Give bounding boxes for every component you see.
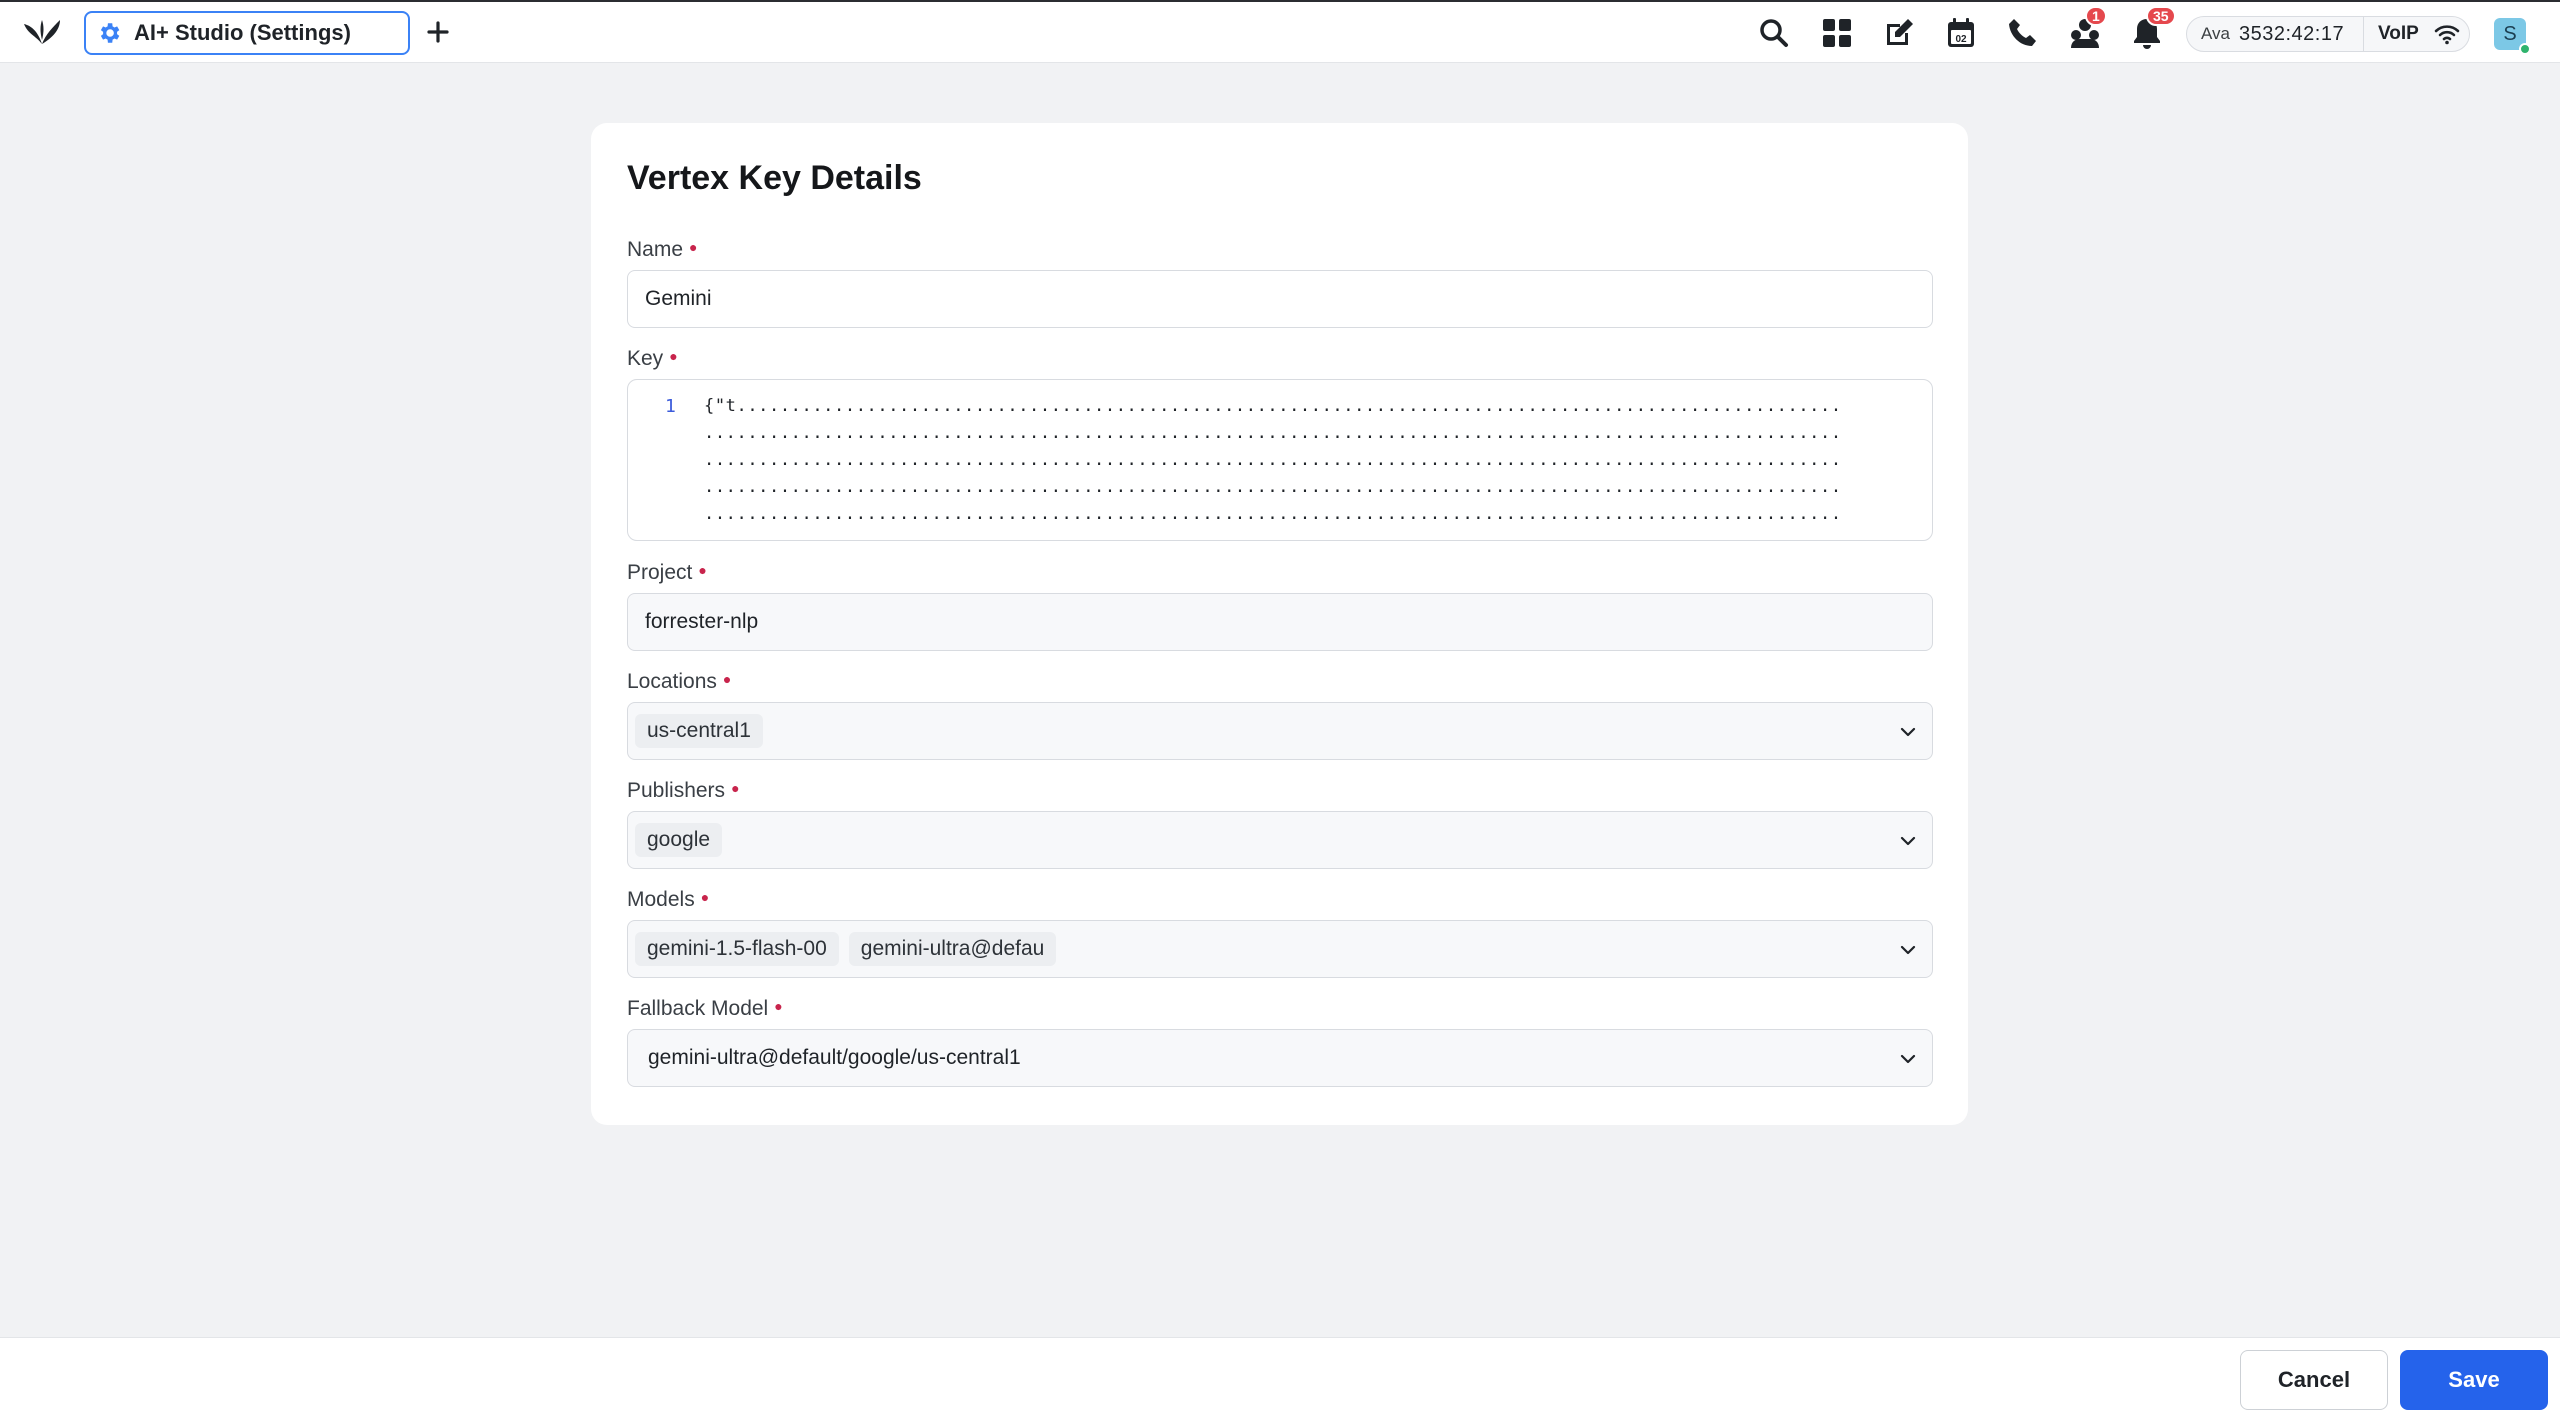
- add-tab-icon[interactable]: [424, 18, 452, 46]
- calendar-icon[interactable]: 02: [1944, 16, 1978, 50]
- key-code-editor[interactable]: 1 {"t...................................…: [627, 379, 1933, 541]
- top-bar: AI+ Studio (Settings) 02 1 35 Ava 3532:4…: [0, 0, 2560, 63]
- code-line: ........................................…: [704, 477, 1842, 497]
- models-label: Models ●: [627, 888, 710, 911]
- tab-label: AI+ Studio (Settings): [134, 20, 351, 45]
- name-label: Name ●: [627, 238, 698, 261]
- user-avatar[interactable]: S: [2494, 18, 2531, 55]
- app-logo-icon[interactable]: [22, 14, 62, 50]
- presence-indicator: [2519, 43, 2531, 55]
- divider: [2363, 16, 2364, 52]
- required-indicator: ●: [689, 239, 698, 255]
- model-chip[interactable]: gemini-ultra@defau: [848, 932, 1057, 966]
- code-line: {"t.....................................…: [704, 396, 1842, 416]
- calendar-day: 02: [1955, 34, 1967, 45]
- models-select[interactable]: gemini-1.5-flash-00 gemini-ultra@defau: [627, 920, 1933, 978]
- required-indicator: ●: [700, 889, 710, 905]
- tab-ai-studio-settings[interactable]: AI+ Studio (Settings): [84, 11, 410, 55]
- project-label: Project ●: [627, 561, 707, 584]
- session-timer: 3532:42:17: [2239, 22, 2345, 45]
- chevron-down-icon[interactable]: [1898, 722, 1918, 742]
- agent-name: Ava: [2201, 24, 2230, 43]
- save-button[interactable]: Save: [2400, 1350, 2548, 1410]
- model-chip[interactable]: gemini-1.5-flash-00: [635, 932, 839, 966]
- chevron-down-icon[interactable]: [1898, 831, 1918, 851]
- name-value: Gemini: [645, 287, 712, 310]
- publisher-chip[interactable]: google: [635, 823, 723, 857]
- voip-label: VoIP: [2378, 23, 2419, 44]
- required-indicator: ●: [698, 562, 707, 578]
- vertex-key-details-card: Vertex Key Details Name ● Gemini Key ● 1 {…: [591, 123, 1968, 1125]
- publishers-label: Publishers ●: [627, 779, 740, 802]
- name-input[interactable]: Gemini: [627, 270, 1933, 328]
- publishers-select[interactable]: google: [627, 811, 1933, 869]
- required-indicator: ●: [731, 780, 740, 796]
- project-input[interactable]: forrester-nlp: [627, 593, 1933, 651]
- code-line: ........................................…: [704, 450, 1842, 470]
- key-label: Key ●: [627, 347, 678, 370]
- page-title: Vertex Key Details: [627, 159, 922, 197]
- required-indicator: ●: [774, 998, 783, 1014]
- compose-icon[interactable]: [1882, 16, 1916, 50]
- phone-icon[interactable]: [2006, 16, 2040, 50]
- wifi-icon: [2434, 25, 2460, 45]
- project-value: forrester-nlp: [645, 610, 759, 633]
- bell-notification-badge: 35: [2146, 6, 2176, 26]
- cancel-button[interactable]: Cancel: [2240, 1350, 2388, 1410]
- chevron-down-icon[interactable]: [1898, 1049, 1918, 1069]
- required-indicator: ●: [669, 348, 678, 364]
- gear-icon: [100, 23, 120, 43]
- fallback-model-select[interactable]: gemini-ultra@default/google/us-central1: [627, 1029, 1933, 1087]
- locations-label: Locations ●: [627, 670, 732, 693]
- apps-grid-icon[interactable]: [1820, 16, 1854, 50]
- line-number: 1: [665, 396, 676, 417]
- code-line: ........................................…: [704, 423, 1842, 443]
- chevron-down-icon[interactable]: [1898, 940, 1918, 960]
- agent-status-pill[interactable]: Ava 3532:42:17 VoIP: [2186, 16, 2470, 52]
- location-chip[interactable]: us-central1: [635, 714, 763, 748]
- footer-action-bar: Cancel Save: [0, 1337, 2560, 1421]
- avatar-initial: S: [2503, 22, 2517, 45]
- locations-select[interactable]: us-central1: [627, 702, 1933, 760]
- search-icon[interactable]: [1757, 16, 1791, 50]
- code-line: ........................................…: [704, 504, 1842, 524]
- required-indicator: ●: [722, 671, 732, 687]
- fallback-model-label: Fallback Model ●: [627, 997, 783, 1020]
- team-notification-badge: 1: [2085, 6, 2107, 26]
- fallback-model-value: gemini-ultra@default/google/us-central1: [648, 1046, 1021, 1069]
